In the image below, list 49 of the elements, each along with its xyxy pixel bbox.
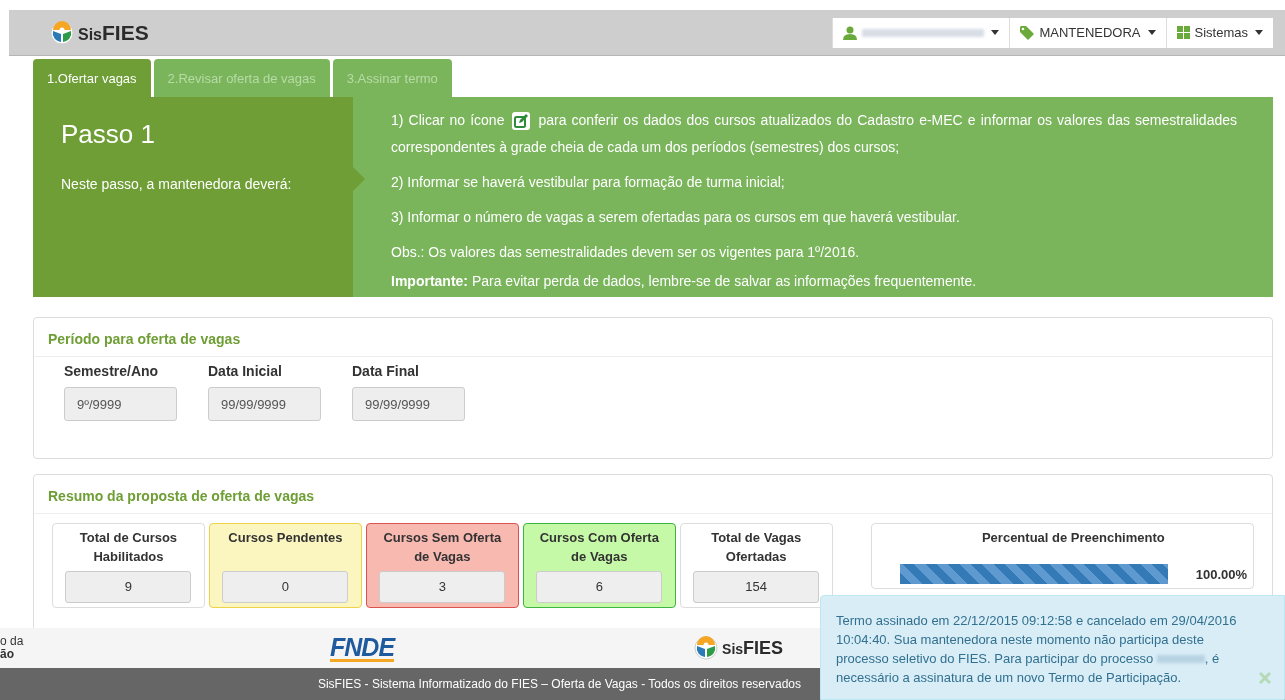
footer-text: o da [0, 635, 25, 648]
footer-text: ão [0, 648, 15, 661]
fnde-logo: FNDE [330, 634, 395, 662]
sisfies-logo-icon [50, 20, 74, 45]
caret-icon [1147, 30, 1156, 35]
count-field: 3 [379, 570, 506, 603]
input-field[interactable]: 99/99/9999 [352, 387, 465, 421]
input-field[interactable]: 99/99/9999 [208, 387, 321, 421]
progress-reading: 100.00% [1195, 566, 1247, 582]
step-tab[interactable]: 3.Assinar termo [332, 59, 452, 97]
panel-heading: Resumo da proposta de oferta de vagas [34, 475, 1272, 514]
instruction-note: Obs.: Os valores das semestralidades devem ser os vigentes para 1º/2016. [391, 243, 861, 262]
user-icon [843, 25, 858, 40]
step-tab[interactable]: 2.Revisar oferta de vagas [153, 59, 330, 97]
mantenedora-menu[interactable]: MANTENEDORA [1009, 17, 1166, 48]
grid-icon [1176, 26, 1190, 39]
card-label: Total de Vagas Ofertadas [710, 529, 803, 566]
card-label: Cursos Pendentes [228, 529, 343, 547]
edit-icon [512, 112, 531, 130]
instruction-note: Importante: Para evitar perda de dados, lembre-se de salvar as informações frequentemente. [391, 272, 978, 291]
field-label: Data Inicial [208, 363, 283, 379]
card-label: Cursos Sem Oferta de Vagas [382, 529, 503, 566]
count-field: 154 [693, 570, 820, 603]
count-field: 0 [222, 570, 349, 603]
user-menu[interactable] [832, 17, 1010, 48]
caret-icon [1255, 30, 1263, 35]
instruction-text: 1) Clicar no ícone para conferir os dados dos cursos atualizados do Cadastro e-MEC e informar os valores das semestralidades correspondentes à grade cheia de cada um dos períodos (semestres) dos cursos; [391, 111, 1237, 157]
field-label: Data Final [352, 363, 420, 379]
close-button[interactable] [1258, 671, 1272, 685]
sisfies-logo-icon [694, 636, 719, 660]
panel-heading: Período para oferta de vagas [34, 318, 1272, 357]
logo-text: SisFIES [722, 637, 784, 659]
count-field: 9 [65, 570, 192, 603]
card-label: Total de Cursos Habilitados [78, 529, 179, 566]
logo-text: SisFIES [78, 20, 149, 45]
input-field[interactable]: 9º/9999 [64, 387, 177, 421]
step-intro: Neste passo, a mantenedora deverá: [61, 176, 293, 192]
field-label: Semestre/Ano [64, 363, 160, 379]
step-title: Passo 1 [61, 119, 156, 150]
count-field: 6 [536, 570, 663, 603]
redacted-text [1156, 655, 1205, 663]
card-label: Cursos Com Oferta de Vagas [538, 529, 660, 566]
tag-icon [1020, 25, 1035, 40]
instruction-text: 3) Informar o número de vagas a serem ofertadas para os cursos em que haverá vestibular. [391, 208, 961, 227]
systems-menu[interactable]: Sistemas [1165, 17, 1273, 48]
progress-label: Percentual de Preenchimento [981, 529, 1165, 547]
step-tab[interactable]: 1.Ofertar vagas [33, 59, 151, 97]
instruction-text: 2) Informar se haverá vestibular para formação de turma inicial; [391, 173, 786, 192]
caret-icon [991, 30, 1000, 35]
